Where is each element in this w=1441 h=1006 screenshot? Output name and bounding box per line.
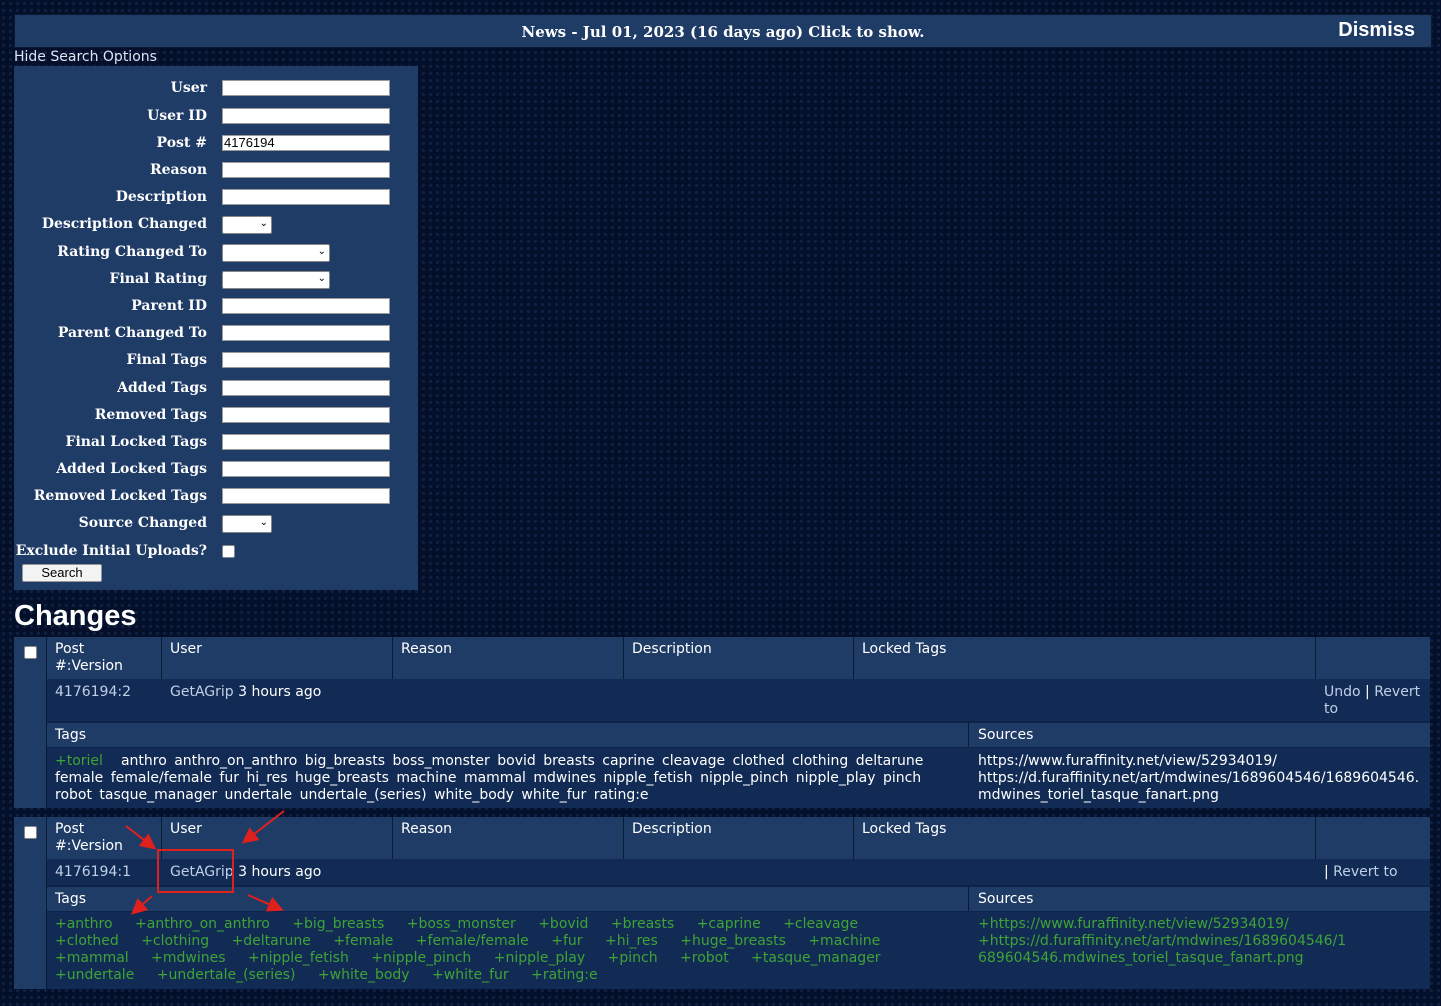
arrow-icon	[125, 825, 157, 850]
arrow-icon	[241, 810, 285, 844]
annotation-arrows	[125, 810, 285, 915]
arrow-icon	[131, 895, 153, 915]
arrow-icon	[247, 894, 284, 912]
